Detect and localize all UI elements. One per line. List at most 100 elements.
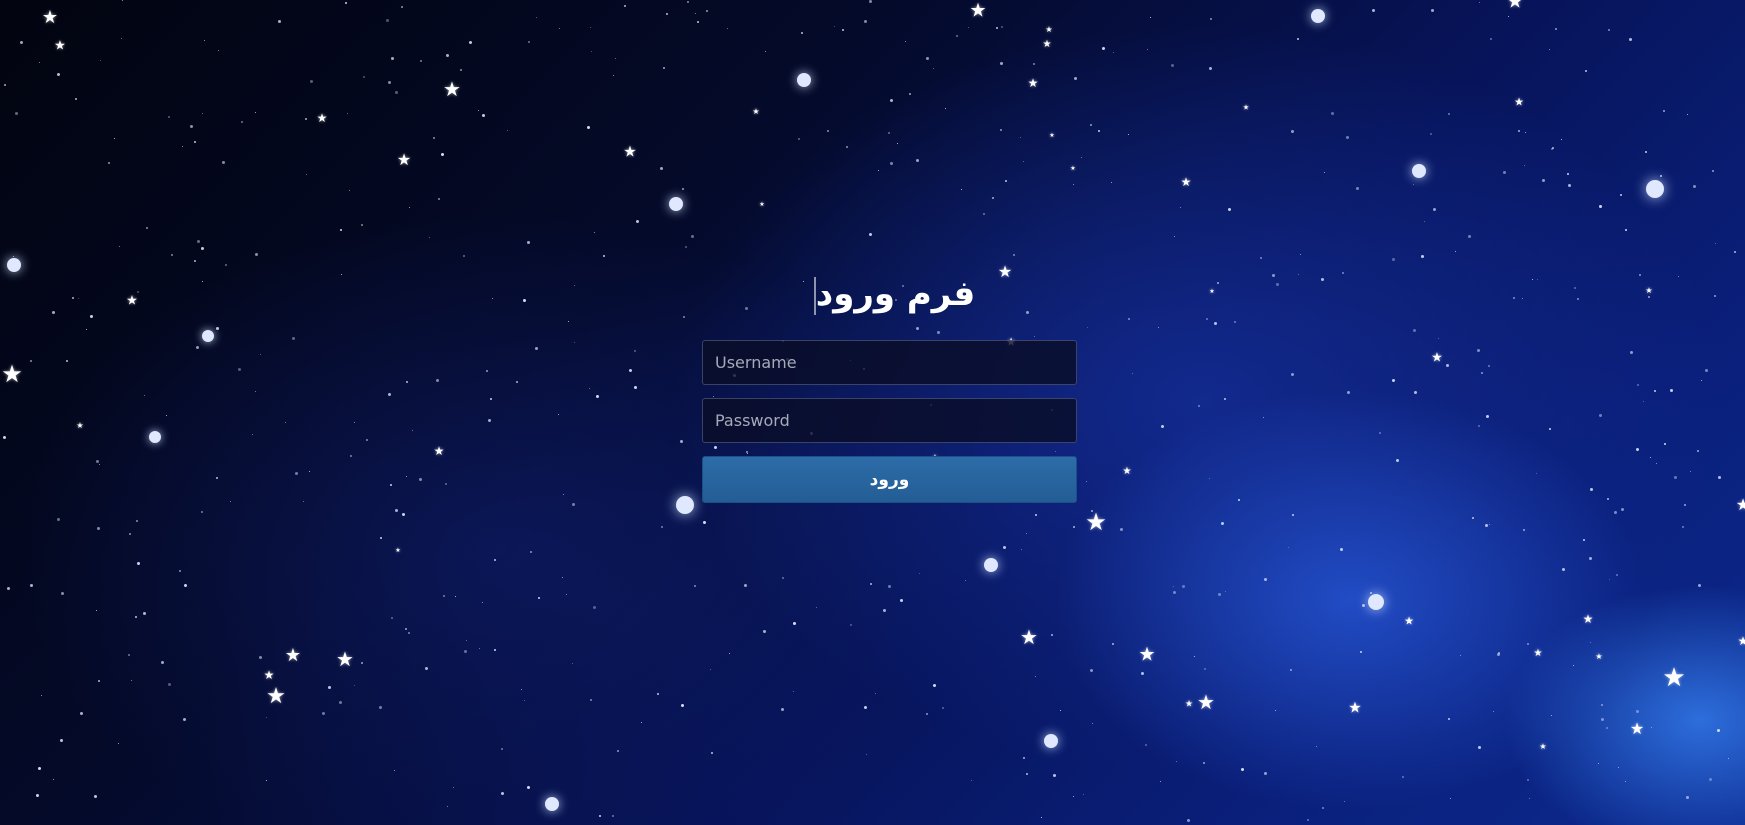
background-star	[166, 415, 167, 416]
background-star	[391, 617, 393, 619]
background-star	[636, 220, 639, 223]
star-icon: ★	[1629, 719, 1645, 738]
star-icon: ★	[1184, 699, 1194, 710]
background-star	[128, 654, 130, 656]
background-star	[710, 669, 711, 670]
background-star	[1098, 130, 1100, 132]
background-star	[78, 298, 79, 299]
background-star	[1601, 704, 1603, 706]
background-star	[1173, 591, 1176, 594]
star-icon: ★	[395, 547, 401, 554]
background-star	[137, 562, 140, 565]
background-star	[1074, 77, 1077, 80]
background-star	[846, 146, 848, 148]
background-star	[507, 130, 508, 131]
star-icon: ★	[1348, 698, 1362, 717]
background-star	[259, 656, 262, 659]
background-star	[1448, 113, 1450, 115]
background-star	[241, 121, 243, 123]
background-star	[594, 232, 595, 233]
background-star	[341, 274, 342, 275]
background-star	[685, 246, 687, 248]
background-star	[1715, 243, 1716, 244]
background-star	[1206, 318, 1208, 320]
background-star	[661, 526, 663, 528]
background-star	[202, 113, 203, 114]
login-button[interactable]: ورود	[702, 456, 1077, 503]
background-star	[763, 630, 766, 633]
background-star	[1532, 279, 1533, 280]
background-star	[1709, 778, 1712, 781]
background-star	[438, 198, 440, 200]
bright-star	[984, 558, 998, 572]
background-star	[1527, 779, 1529, 781]
bright-star	[1646, 180, 1664, 198]
background-star	[501, 792, 504, 795]
background-star	[1608, 29, 1610, 31]
username-input[interactable]	[702, 340, 1077, 385]
background-star	[527, 241, 530, 244]
background-star	[613, 75, 614, 76]
background-star	[225, 264, 227, 266]
background-star	[956, 35, 958, 37]
star-icon: ★	[443, 77, 461, 101]
background-star	[1477, 349, 1480, 352]
background-star	[238, 368, 241, 371]
background-star	[1035, 676, 1036, 677]
background-star	[1342, 272, 1344, 274]
background-star	[1292, 514, 1294, 516]
background-star	[589, 388, 590, 389]
background-star	[161, 661, 164, 664]
background-star	[1073, 526, 1075, 528]
background-star	[919, 573, 920, 574]
background-star	[1090, 124, 1092, 126]
background-star	[395, 509, 398, 512]
background-star	[1614, 511, 1617, 514]
background-star	[1112, 643, 1114, 645]
background-star	[617, 750, 619, 752]
star-icon: ★	[1045, 25, 1053, 34]
background-star	[1472, 517, 1474, 519]
background-star	[469, 41, 472, 44]
background-star	[455, 596, 456, 597]
background-star	[1468, 235, 1471, 238]
background-star	[916, 159, 919, 162]
background-star	[1705, 369, 1708, 372]
background-star	[1111, 182, 1112, 183]
background-star	[366, 439, 368, 441]
background-star	[96, 610, 97, 611]
background-star	[744, 584, 747, 587]
background-star	[596, 395, 599, 398]
background-star	[1446, 364, 1449, 367]
background-star	[866, 754, 867, 755]
background-star	[401, 6, 403, 8]
background-star	[1000, 129, 1002, 131]
background-star	[339, 701, 342, 704]
background-star	[1113, 52, 1114, 53]
background-star	[1537, 279, 1538, 280]
star-icon: ★	[41, 7, 59, 28]
background-star	[1629, 38, 1632, 41]
background-star	[1583, 539, 1585, 541]
background-star	[190, 125, 193, 128]
background-star	[278, 20, 281, 23]
background-star	[1421, 255, 1424, 258]
background-star	[266, 717, 267, 718]
background-star	[1513, 297, 1515, 299]
background-star	[933, 684, 936, 687]
background-star	[1276, 283, 1279, 286]
star-icon: ★	[1070, 165, 1076, 172]
star-icon: ★	[1027, 76, 1039, 90]
background-star	[1574, 287, 1576, 289]
background-star	[255, 253, 258, 256]
background-star	[1291, 373, 1294, 376]
password-input[interactable]	[702, 398, 1077, 443]
star-icon: ★	[1049, 132, 1055, 139]
background-star	[196, 346, 199, 349]
background-star	[230, 501, 231, 502]
background-star	[1331, 112, 1334, 115]
background-star	[1161, 425, 1164, 428]
background-star	[216, 327, 219, 330]
background-star	[1430, 133, 1432, 135]
star-icon: ★	[1539, 742, 1547, 751]
